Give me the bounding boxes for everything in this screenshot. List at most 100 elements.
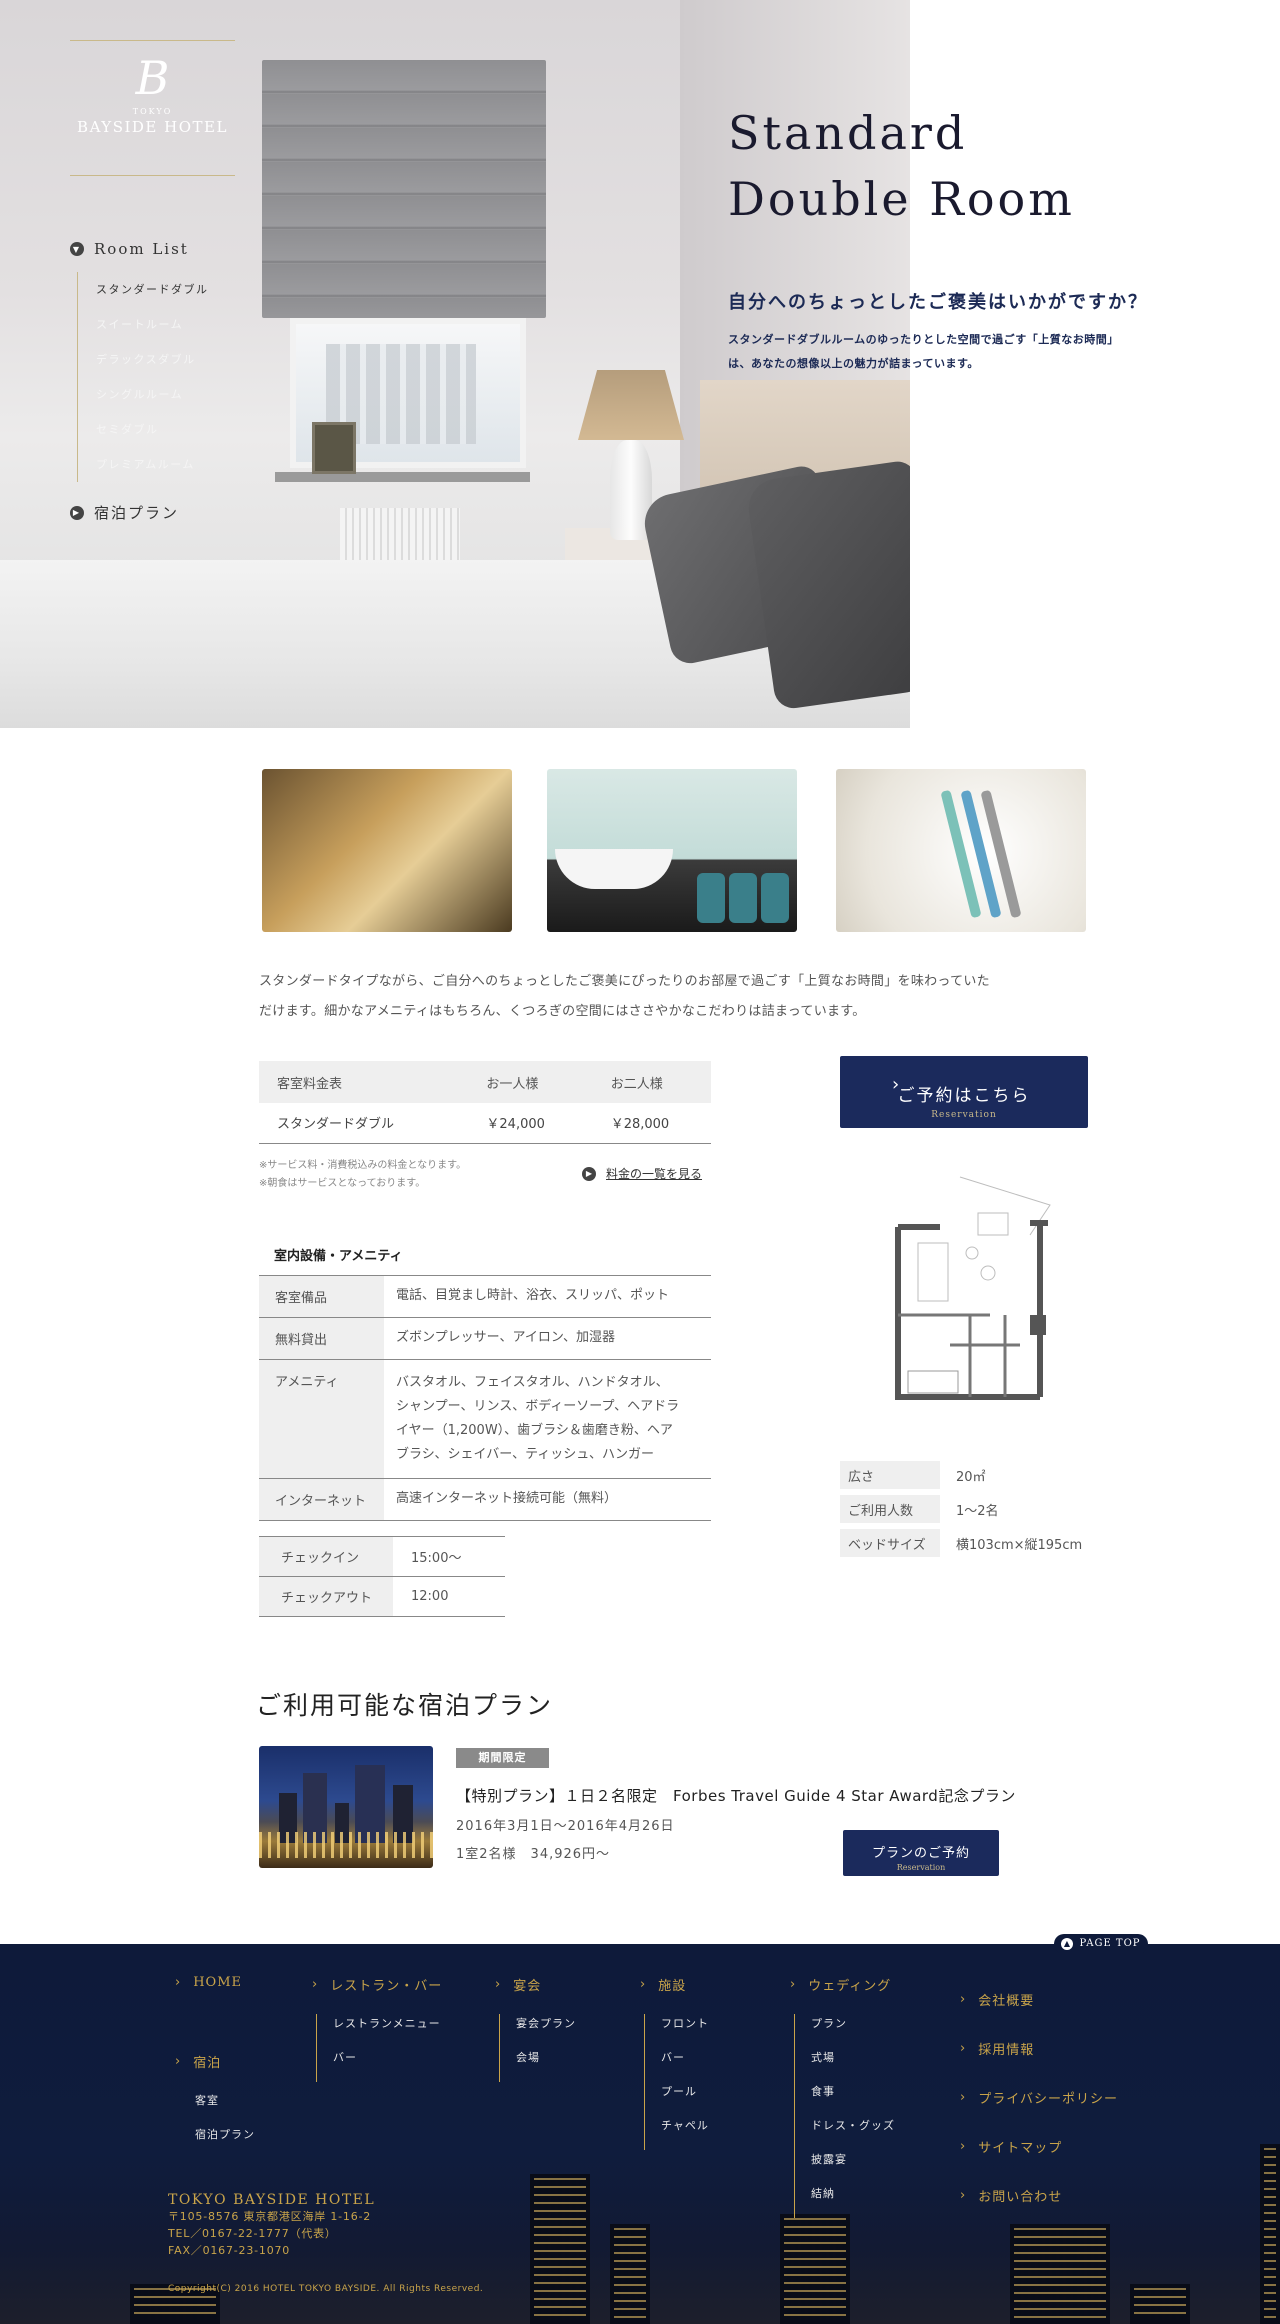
page-top-button[interactable]: ▲ PAGE TOP	[1054, 1934, 1148, 1954]
price-header-cell: お一人様	[462, 1061, 587, 1103]
spec-value: 1〜2名	[956, 1503, 999, 1519]
footer-link[interactable]: 宿泊プラン	[195, 2125, 255, 2159]
footer-link[interactable]: レストランメニュー	[333, 2014, 442, 2048]
footer-head-label: サイトマップ	[978, 2141, 1063, 2156]
plan-nav-label: 宿泊プラン	[94, 504, 180, 522]
footer-link[interactable]: 食事	[811, 2082, 895, 2116]
roman-blind	[262, 60, 546, 318]
footer-link-home[interactable]: › HOME	[175, 1975, 255, 1990]
chevron-right-icon: ›	[960, 2139, 967, 2154]
logo-name: BAYSIDE HOTEL	[77, 118, 228, 136]
price-table-header: 客室料金表 お一人様 お二人様	[259, 1061, 711, 1103]
price-note: ※サービス料・消費税込みの料金となります。	[259, 1160, 467, 1171]
hotel-logo[interactable]: B TOKYO BAYSIDE HOTEL	[70, 40, 235, 176]
footer-link-facility[interactable]: › 施設	[640, 1975, 709, 1994]
chevron-right-icon: ▶	[70, 505, 84, 520]
gallery-bathroom-photo[interactable]	[262, 769, 512, 932]
footer-head-label: 会社概要	[978, 1994, 1035, 2009]
plan-reserve-label: プランのご予約	[871, 1846, 970, 1861]
checkin-table: チェックイン 15:00〜 チェックアウト 12:00	[259, 1536, 505, 1617]
chevron-right-icon: ›	[960, 1992, 967, 2007]
footer-link-company[interactable]: › 会社概要	[960, 1975, 1118, 2024]
price-note: ※朝食はサービスとなっております。	[259, 1178, 426, 1189]
table-row: チェックイン 15:00〜	[259, 1536, 505, 1577]
footer-link-contact[interactable]: › お問い合わせ	[960, 2171, 1118, 2220]
room-list: スタンダードダブル スイートルーム デラックスダブル シングルルーム セミダブル…	[77, 272, 209, 482]
room-list-item[interactable]: シングルルーム	[96, 377, 209, 412]
spec-value: 20㎡	[956, 1469, 986, 1485]
page-top-label: PAGE TOP	[1079, 1938, 1141, 1949]
amenity-table: 客室備品 電話、目覚まし時計、浴衣、スリッパ、ポット 無料貸出 ズボンプレッサー…	[259, 1275, 711, 1521]
footer-link-privacy[interactable]: › プライバシーポリシー	[960, 2073, 1118, 2122]
room-list-item[interactable]: デラックスダブル	[96, 342, 209, 377]
footer-head-label: 宿泊	[193, 2056, 222, 2071]
title-line-2: Double Room	[728, 172, 1075, 226]
footer-link-stay[interactable]: › 宿泊	[175, 2052, 255, 2071]
plan-name[interactable]: 【特別プラン】１日２名限定 Forbes Travel Guide 4 Star…	[456, 1785, 1016, 1806]
plan-reserve-button[interactable]: プランのご予約 Reservation	[843, 1830, 999, 1876]
footer-link[interactable]: バー	[661, 2048, 709, 2082]
footer-link[interactable]: ドレス・グッズ	[811, 2116, 895, 2150]
footer-link-sitemap[interactable]: › サイトマップ	[960, 2122, 1118, 2171]
gallery-amenities-photo[interactable]	[836, 769, 1086, 932]
footer-link[interactable]: 披露宴	[811, 2150, 895, 2184]
room-list-item[interactable]: スタンダードダブル	[96, 272, 209, 307]
footer-link-banquet[interactable]: › 宴会	[495, 1975, 576, 1994]
footer-link-wedding[interactable]: › ウェディング	[790, 1975, 895, 1994]
amenity-value: バスタオル、フェイスタオル、ハンドタオル、 シャンプー、リンス、ボディーソープ、…	[384, 1360, 711, 1479]
hero-text: Standard Double Room 自分へのちょっとしたご褒美はいかがです…	[728, 100, 1178, 376]
chevron-right-icon: ›	[960, 2041, 967, 2056]
room-list-item[interactable]: セミダブル	[96, 412, 209, 447]
footer-col-wedding: › ウェディング プラン 式場 食事 ドレス・グッズ 披露宴 結納	[790, 1975, 895, 2218]
footer-link[interactable]: 宴会プラン	[516, 2014, 576, 2048]
reservation-button[interactable]: › ご予約はこちら Reservation	[840, 1056, 1088, 1128]
footer-head-label: お問い合わせ	[978, 2190, 1063, 2205]
table-row: スタンダードダブル ￥24,000 ￥28,000	[259, 1103, 711, 1144]
gallery-sink-photo[interactable]	[547, 769, 797, 932]
price-list-link[interactable]: ▶ 料金の一覧を見る	[582, 1165, 702, 1182]
footer-col-restaurant: › レストラン・バー レストランメニュー バー	[312, 1975, 442, 2082]
hero-desc-line: は、あなたの想像以上の魅力が詰まっています。	[728, 357, 979, 370]
arrow-up-icon: ▲	[1061, 1938, 1074, 1950]
hero-desc-line: スタンダードダブルルームのゆったりとした空間で過ごす「上質なお時間」	[728, 333, 1119, 346]
limited-badge: 期間限定	[456, 1748, 549, 1768]
footer-link[interactable]: チャペル	[661, 2116, 709, 2150]
footer-link[interactable]: 会場	[516, 2048, 576, 2082]
footer-link[interactable]: 客室	[195, 2091, 255, 2125]
footer-link-restaurant[interactable]: › レストラン・バー	[312, 1975, 442, 1994]
chevron-right-icon: ›	[790, 1977, 797, 1992]
checkin-value: 15:00〜	[411, 1551, 462, 1566]
footer-col-company: › 会社概要 › 採用情報 › プライバシーポリシー › サイトマップ › お問い合わせ	[960, 1975, 1118, 2220]
footer-link[interactable]: バー	[333, 2048, 442, 2082]
footer-head-label: 施設	[658, 1979, 687, 1994]
checkin-label: チェックイン	[259, 1536, 393, 1577]
footer-link-recruit[interactable]: › 採用情報	[960, 2024, 1118, 2073]
footer-head-label: プライバシーポリシー	[978, 2092, 1118, 2107]
room-list-item[interactable]: スイートルーム	[96, 307, 209, 342]
footer-link[interactable]: フロント	[661, 2014, 709, 2048]
footer-link[interactable]: 結納	[811, 2184, 895, 2218]
footer-col-facility: › 施設 フロント バー プール チャペル	[640, 1975, 709, 2150]
amenity-line: バスタオル、フェイスタオル、ハンドタオル、	[396, 1375, 669, 1390]
price-table: 客室料金表 お一人様 お二人様 スタンダードダブル ￥24,000 ￥28,00…	[259, 1061, 711, 1144]
intro-line: スタンダードタイプながら、ご自分へのちょっとしたご褒美にぴったりのお部屋で過ごす…	[259, 974, 990, 989]
footer-link[interactable]: プール	[661, 2082, 709, 2116]
plan-photo[interactable]	[259, 1746, 433, 1868]
price-header-cell: 客室料金表	[259, 1061, 463, 1103]
amenity-label: インターネット	[259, 1478, 384, 1521]
chevron-right-icon: ›	[175, 1975, 182, 1990]
room-list-heading[interactable]: ▼ Room List	[70, 240, 209, 258]
amenity-value: 高速インターネット接続可能（無料）	[396, 1491, 618, 1506]
chevron-right-icon: ›	[960, 2090, 967, 2105]
footer-link[interactable]: 式場	[811, 2048, 895, 2082]
plan-nav-link[interactable]: ▶ 宿泊プラン	[70, 502, 209, 523]
table-row: 客室備品 電話、目覚まし時計、浴衣、スリッパ、ポット	[259, 1275, 711, 1318]
side-nav: ▼ Room List スタンダードダブル スイートルーム デラックスダブル シ…	[70, 240, 209, 523]
room-list-item[interactable]: プレミアムルーム	[96, 447, 209, 482]
checkout-value: 12:00	[411, 1589, 449, 1604]
amenity-line: シャンプー、リンス、ボディーソープ、ヘアドラ	[396, 1399, 680, 1414]
footer-fax: FAX／0167-23-1070	[168, 2244, 291, 2257]
footer-copyright: Copyright(C) 2016 HOTEL TOKYO BAYSIDE. A…	[168, 2284, 484, 2294]
chevron-right-icon: ›	[892, 1074, 900, 1095]
footer-link[interactable]: プラン	[811, 2014, 895, 2048]
